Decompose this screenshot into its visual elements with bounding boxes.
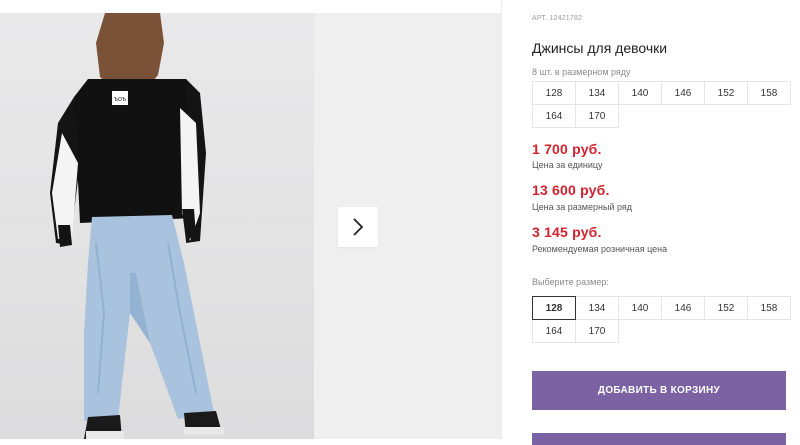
panel-divider: [501, 0, 502, 439]
gallery-next-button[interactable]: [338, 207, 378, 247]
pack-price-note: Цена за размерный ряд: [532, 202, 633, 212]
product-panel: АРТ. 12421782 Джинсы для девочки 8 шт. в…: [532, 0, 800, 445]
size-option-170[interactable]: 170: [575, 319, 619, 343]
secondary-action-button[interactable]: [532, 433, 786, 445]
product-title: Джинсы для девочки: [532, 40, 668, 56]
pack-size-grid: 128 134 140 146 152 158 164 170: [532, 81, 791, 128]
pack-size-cell: 134: [575, 81, 619, 105]
size-option-140[interactable]: 140: [618, 296, 662, 320]
size-option-164[interactable]: 164: [532, 319, 576, 343]
model-photo-illustration: ЪОЪ: [50, 13, 224, 439]
pack-price: 13 600 руб.: [532, 182, 610, 198]
size-option-128[interactable]: 128: [532, 296, 576, 320]
pack-size-cell: 140: [618, 81, 662, 105]
pack-size-cell: 128: [532, 81, 576, 105]
retail-price: 3 145 руб.: [532, 224, 602, 240]
unit-price: 1 700 руб.: [532, 141, 602, 157]
size-option-134[interactable]: 134: [575, 296, 619, 320]
pack-size-cell: 152: [704, 81, 748, 105]
pack-size-cell: 170: [575, 104, 619, 128]
size-option-152[interactable]: 152: [704, 296, 748, 320]
pack-size-cell: 158: [747, 81, 791, 105]
size-option-158[interactable]: 158: [747, 296, 791, 320]
chevron-right-icon: [353, 218, 364, 236]
unit-price-note: Цена за единицу: [532, 160, 603, 170]
select-size-label: Выберите размер:: [532, 277, 609, 287]
size-option-146[interactable]: 146: [661, 296, 705, 320]
pack-size-cell: 146: [661, 81, 705, 105]
print-logo-text: ЪОЪ: [114, 97, 126, 103]
size-selector: 128 134 140 146 152 158 164 170: [532, 296, 791, 343]
pack-count-note: 8 шт. в размерном ряду: [532, 67, 631, 77]
product-gallery: ЪОЪ: [0, 13, 501, 439]
product-photo[interactable]: ЪОЪ: [0, 13, 314, 439]
article-number: АРТ. 12421782: [532, 15, 583, 22]
retail-price-note: Рекомендуемая розничная цена: [532, 244, 668, 254]
pack-size-cell: 164: [532, 104, 576, 128]
add-to-cart-button[interactable]: ДОБАВИТЬ В КОРЗИНУ: [532, 371, 786, 410]
